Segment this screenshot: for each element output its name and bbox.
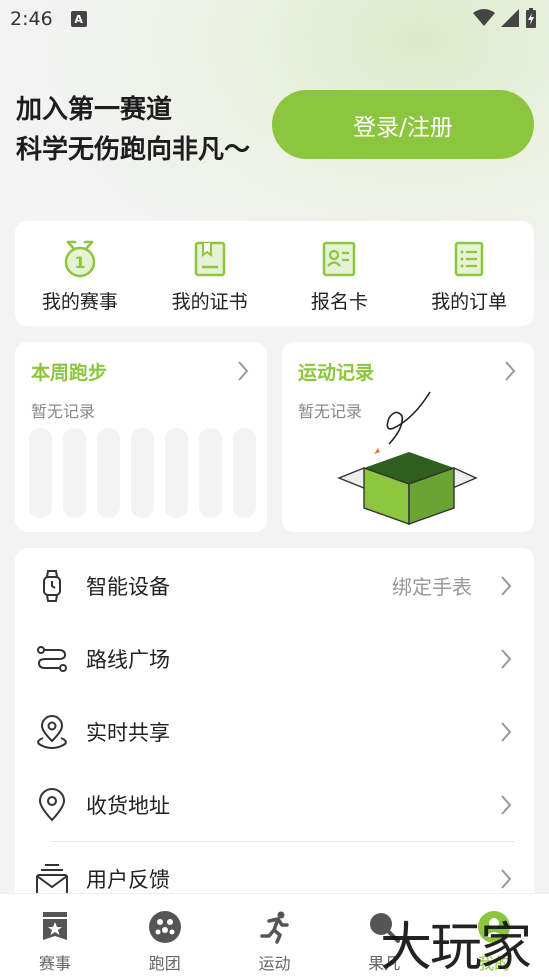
chevron-right-icon: [501, 575, 512, 596]
chevron-right-icon: [505, 361, 516, 381]
status-bar: 2:46 A: [0, 0, 549, 38]
day-bar: [97, 428, 120, 518]
address-pin-icon: [38, 787, 66, 821]
menu-item-smart-device[interactable]: 智能设备 绑定手表: [15, 549, 534, 622]
weekly-run-card[interactable]: 本周跑步 暂无记录: [15, 342, 267, 532]
quick-entry-card: 1 我的赛事 我的证书 报名卡 我的订单: [15, 221, 534, 326]
signal-icon: [501, 9, 519, 27]
watermark-logo: 大玩家: [380, 918, 532, 977]
hero-line-1: 加入第一赛道: [16, 95, 173, 125]
menu-item-label: 实时共享: [86, 720, 170, 745]
quick-item-my-events[interactable]: 1 我的赛事: [15, 221, 145, 326]
wifi-icon: [473, 9, 495, 26]
quick-item-label: 我的订单: [431, 291, 508, 313]
hero-slogan: 加入第一赛道 科学无伤跑向非凡～: [16, 90, 250, 170]
id-card-icon: [323, 241, 356, 277]
day-bar: [233, 428, 256, 518]
tab-label: 赛事: [38, 954, 71, 973]
menu-item-label: 智能设备: [86, 574, 170, 599]
menu-item-shipping-address[interactable]: 收货地址: [15, 768, 534, 841]
quick-item-my-orders[interactable]: 我的订单: [404, 221, 534, 326]
chevron-right-icon: [501, 721, 512, 742]
medal-icon: 1: [64, 240, 96, 278]
menu-item-route-square[interactable]: 路线广场: [15, 622, 534, 695]
group-icon: [148, 911, 181, 943]
hero-line-2: 科学无伤跑向非凡～: [16, 135, 251, 165]
notification-a-icon: A: [70, 11, 87, 27]
location-share-icon: [37, 714, 67, 749]
menu-item-label: 用户反馈: [86, 867, 170, 892]
battery-icon: [526, 8, 536, 28]
route-icon: [37, 645, 67, 672]
day-bar: [63, 428, 86, 518]
chevron-right-icon: [238, 361, 249, 381]
tab-run-group[interactable]: 跑团: [110, 894, 220, 977]
mail-icon: [36, 863, 68, 895]
empty-box-illustration: [337, 391, 478, 525]
tab-label: 跑团: [148, 954, 181, 973]
login-register-button[interactable]: 登录/注册: [272, 90, 534, 159]
quick-item-my-certificates[interactable]: 我的证书: [145, 221, 275, 326]
chevron-right-icon: [501, 868, 512, 889]
chevron-right-icon: [501, 648, 512, 669]
menu-item-label: 收货地址: [86, 793, 170, 818]
card-title: 本周跑步: [31, 362, 108, 384]
menu-item-value: 绑定手表: [392, 575, 472, 599]
runner-icon: [260, 911, 290, 944]
menu-item-live-share[interactable]: 实时共享: [15, 695, 534, 768]
sports-record-card[interactable]: 运动记录 暂无记录: [282, 342, 534, 532]
status-time: 2:46: [10, 8, 53, 30]
menu-item-label: 路线广场: [86, 647, 170, 672]
menu-list: 智能设备 绑定手表 路线广场 实时共享 收货地址 用户反馈: [15, 548, 534, 908]
day-bar: [165, 428, 188, 518]
weekly-bars: [29, 428, 256, 518]
tab-label: 运动: [258, 954, 291, 973]
chevron-right-icon: [501, 794, 512, 815]
order-list-icon: [454, 241, 484, 277]
watch-icon: [43, 569, 61, 602]
status-icons: [473, 8, 537, 28]
tab-sport[interactable]: 运动: [220, 894, 330, 977]
empty-text: 暂无记录: [31, 402, 96, 421]
quick-item-label: 报名卡: [310, 291, 368, 313]
tab-events[interactable]: 赛事: [0, 894, 110, 977]
quick-item-label: 我的赛事: [41, 291, 118, 313]
event-badge-icon: [42, 912, 67, 940]
certificate-icon: [194, 241, 225, 277]
quick-item-registration-card[interactable]: 报名卡: [275, 221, 405, 326]
day-bar: [199, 428, 222, 518]
quick-item-label: 我的证书: [171, 291, 248, 313]
card-title: 运动记录: [298, 362, 375, 384]
day-bar: [131, 428, 154, 518]
day-bar: [29, 428, 52, 518]
svg-text:1: 1: [74, 253, 85, 272]
